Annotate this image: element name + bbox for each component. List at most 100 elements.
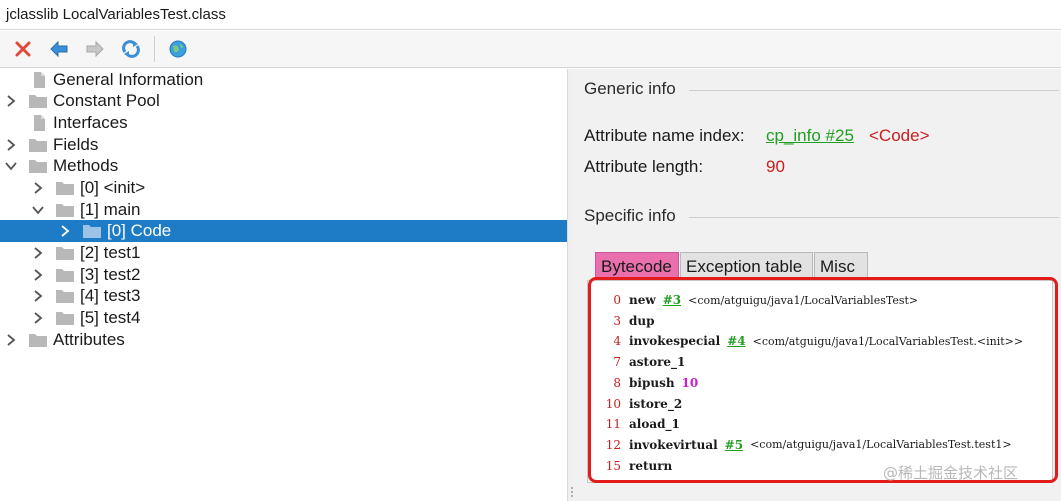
bytecode-offset: 7: [613, 355, 621, 370]
section-divider: [689, 90, 1059, 91]
folder-icon: [55, 201, 75, 219]
bytecode-offset: 4: [613, 334, 621, 349]
back-arrow-icon: [50, 40, 68, 58]
bytecode-opcode: istore_2: [629, 396, 683, 411]
tree-item[interactable]: Attributes: [0, 329, 567, 351]
bytecode-offset: 3: [613, 313, 621, 328]
constant-pool-link[interactable]: #4: [727, 334, 745, 348]
bytecode-opcode: aload_1: [629, 417, 680, 432]
bytecode-offset: 8: [613, 375, 621, 390]
tree-item[interactable]: [0] <init>: [0, 177, 567, 199]
specific-info-title: Specific info: [584, 206, 676, 225]
attribute-name-value: <Code>: [869, 126, 930, 145]
tree-item[interactable]: Fields: [0, 134, 567, 156]
attribute-length-value: 90: [766, 157, 785, 176]
tree-item[interactable]: [0] Code: [0, 220, 567, 242]
tree-item-label: Interfaces: [53, 113, 128, 132]
folder-icon: [55, 287, 75, 305]
section-divider: [689, 217, 1059, 218]
web-button[interactable]: [163, 34, 193, 64]
chevron-right-icon[interactable]: [58, 224, 72, 238]
chevron-right-icon[interactable]: [31, 289, 45, 303]
bytecode-offset: 12: [605, 437, 621, 452]
folder-icon: [28, 136, 48, 154]
bytecode-opcode: new: [629, 293, 656, 307]
bytecode-line: 15 return: [588, 456, 673, 476]
tree-item-label: [2] test1: [80, 243, 141, 262]
bytecode-opcode: bipush: [629, 375, 675, 390]
folder-icon: [55, 309, 75, 327]
attribute-name-index-label: Attribute name index:: [584, 126, 745, 145]
bytecode-line: 3 dup: [588, 311, 655, 331]
tree-item[interactable]: [2] test1: [0, 242, 567, 264]
file-icon: [28, 71, 48, 89]
bytecode-opcode: return: [629, 458, 673, 473]
bytecode-opcode: dup: [629, 313, 655, 328]
bytecode-opcode: invokespecial: [629, 334, 721, 349]
chevron-right-icon[interactable]: [31, 311, 45, 325]
bytecode-offset: 15: [605, 458, 621, 473]
folder-icon: [55, 266, 75, 284]
chevron-right-icon[interactable]: [31, 181, 45, 195]
tree-item[interactable]: [5] test4: [0, 307, 567, 329]
chevron-right-icon[interactable]: [31, 268, 45, 282]
tree-item[interactable]: [1] main: [0, 199, 567, 221]
refresh-icon: [122, 40, 140, 58]
generic-info-title: Generic info: [584, 79, 676, 98]
bytecode-opcode: invokevirtual: [629, 437, 718, 452]
constant-pool-link[interactable]: #3: [663, 293, 681, 307]
class-structure-tree: General Information Constant Pool Interfac…: [0, 69, 567, 501]
attribute-details-panel: Generic info Attribute name index: cp_in…: [570, 69, 1061, 501]
window-title: jclasslib LocalVariablesTest.class: [0, 0, 1061, 30]
tree-item-label: [0] <init>: [80, 178, 146, 197]
folder-icon: [82, 222, 102, 240]
tree-item[interactable]: [3] test2: [0, 264, 567, 286]
chevron-right-icon[interactable]: [4, 94, 18, 108]
tree-item[interactable]: General Information: [0, 69, 567, 91]
web-globe-icon: [169, 40, 187, 58]
resize-grip[interactable]: [570, 486, 574, 498]
chevron-right-icon[interactable]: [4, 138, 18, 152]
tree-item-label: [0] Code: [107, 221, 172, 240]
bytecode-line: 8 bipush 10: [588, 373, 698, 393]
forward-button[interactable]: [80, 34, 110, 64]
bytecode-offset: 10: [605, 396, 621, 411]
tree-item[interactable]: Interfaces: [0, 112, 567, 134]
tab-misc[interactable]: Misc: [814, 252, 868, 282]
chevron-right-icon[interactable]: [31, 246, 45, 260]
tree-item-label: Attributes: [53, 330, 125, 349]
bytecode-listing[interactable]: 0 new #3 <com/atguigu/java1/LocalVariablesT…: [587, 280, 1053, 483]
bytecode-line: 10 istore_2: [588, 394, 682, 414]
bytecode-offset: 0: [613, 293, 621, 307]
cp-info-link[interactable]: cp_info #25: [766, 126, 854, 146]
folder-icon: [28, 92, 48, 110]
chevron-down-icon[interactable]: [4, 159, 18, 173]
watermark: @稀土掘金技术社区: [883, 464, 1019, 482]
bytecode-comment: <com/atguigu/java1/LocalVariablesTest>: [688, 293, 919, 307]
chevron-down-icon[interactable]: [31, 203, 45, 217]
bytecode-line: 4 invokespecial #4 <com/atguigu/java1/Local…: [588, 331, 1023, 351]
tree-item[interactable]: [4] test3: [0, 285, 567, 307]
back-button[interactable]: [44, 34, 74, 64]
tree-item-label: [4] test3: [80, 286, 141, 305]
bytecode-line: 11 aload_1: [588, 414, 680, 434]
bytecode-comment: <com/atguigu/java1/LocalVariablesTest.te…: [750, 438, 1012, 452]
close-button[interactable]: [8, 34, 38, 64]
file-icon: [28, 114, 48, 132]
tree-item-label: Fields: [53, 135, 99, 154]
tree-item-label: Constant Pool: [53, 91, 160, 110]
bytecode-line: 7 astore_1: [588, 352, 685, 372]
tree-item-label: General Information: [53, 70, 204, 89]
chevron-right-icon[interactable]: [4, 333, 18, 347]
bytecode-offset: 11: [605, 417, 621, 432]
folder-icon: [28, 157, 48, 175]
bytecode-line: 0 new #3 <com/atguigu/java1/LocalVariablesT…: [588, 290, 918, 310]
attribute-length-label: Attribute length:: [584, 157, 704, 176]
close-icon: [15, 41, 31, 57]
tab-bytecode[interactable]: Bytecode: [595, 252, 679, 282]
constant-pool-link[interactable]: #5: [725, 438, 743, 452]
refresh-button[interactable]: [116, 34, 146, 64]
tab-exception-table[interactable]: Exception table: [680, 252, 813, 282]
tree-item[interactable]: Constant Pool: [0, 90, 567, 112]
tree-item[interactable]: Methods: [0, 155, 567, 177]
